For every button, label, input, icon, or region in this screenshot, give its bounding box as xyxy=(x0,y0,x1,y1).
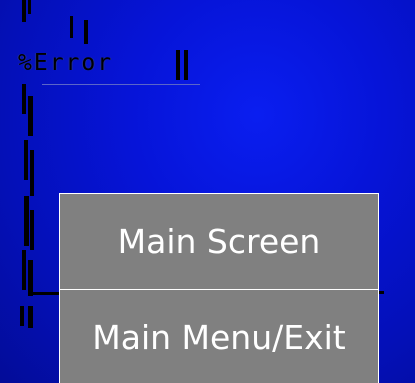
glitch-artifact xyxy=(22,0,26,22)
glitch-artifact xyxy=(30,292,60,295)
main-menu-exit-button[interactable]: Main Menu/Exit xyxy=(59,289,379,383)
glitch-artifact xyxy=(28,306,33,328)
glitch-artifact xyxy=(30,210,34,250)
glitch-artifact xyxy=(70,16,73,38)
glitch-artifact xyxy=(176,50,180,80)
error-underline xyxy=(42,84,200,85)
main-screen-button[interactable]: Main Screen xyxy=(59,193,379,290)
glitch-artifact xyxy=(22,250,26,290)
glitch-artifact xyxy=(24,140,28,180)
glitch-artifact xyxy=(184,50,188,80)
glitch-artifact xyxy=(28,96,33,136)
error-screen: %Error Main Screen Main Menu/Exit xyxy=(0,0,415,383)
glitch-artifact xyxy=(20,306,24,326)
glitch-artifact xyxy=(28,260,33,296)
glitch-artifact xyxy=(22,84,26,114)
navigation-menu: Main Screen Main Menu/Exit xyxy=(59,193,379,383)
error-message: %Error xyxy=(18,50,114,76)
glitch-artifact xyxy=(84,20,88,44)
glitch-artifact xyxy=(24,196,29,246)
glitch-artifact xyxy=(30,150,34,196)
glitch-artifact xyxy=(28,0,31,14)
